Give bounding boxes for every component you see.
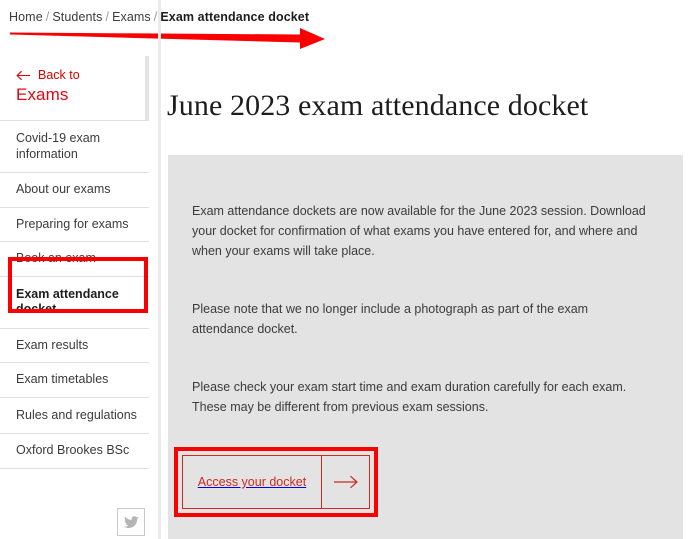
sidebar-back-label: Back to	[38, 68, 80, 83]
sidebar-item-exam-attendance-docket[interactable]: Exam attendance docket	[0, 277, 149, 329]
sidebar: Back to Exams Covid-19 exam information …	[0, 56, 149, 469]
paragraph-availability: Exam attendance dockets are now availabl…	[192, 201, 651, 261]
sidebar-item-book-an-exam[interactable]: Book an exam	[0, 242, 149, 277]
sidebar-item-preparing-for-exams[interactable]: Preparing for exams	[0, 208, 149, 243]
sidebar-item-oxford-brookes-bsc[interactable]: Oxford Brookes BSc	[0, 434, 149, 469]
breadcrumb-separator: /	[43, 10, 53, 24]
sidebar-back-line1: Back to	[16, 68, 139, 83]
sidebar-item-rules-and-regulations[interactable]: Rules and regulations	[0, 398, 149, 435]
access-your-docket-label: Access your docket	[183, 456, 321, 508]
page-root: Home/Students/Exams/Exam attendance dock…	[0, 0, 699, 539]
sidebar-item-about-our-exams[interactable]: About our exams	[0, 173, 149, 208]
twitter-link[interactable]	[117, 508, 145, 536]
cta-area: Access your docket	[182, 455, 370, 509]
content-panel-body: Exam attendance dockets are now availabl…	[168, 155, 683, 417]
sidebar-divider	[158, 0, 161, 539]
sidebar-item-covid-19-exam-information[interactable]: Covid-19 exam information	[0, 121, 149, 173]
sidebar-item-exam-timetables[interactable]: Exam timetables	[0, 363, 149, 398]
access-your-docket-button[interactable]: Access your docket	[182, 455, 370, 509]
paragraph-photograph-note: Please note that we no longer include a …	[192, 299, 651, 339]
breadcrumb-item-home[interactable]: Home	[9, 10, 43, 24]
breadcrumb-separator: /	[102, 10, 112, 24]
arrow-left-icon	[16, 70, 31, 81]
breadcrumb-item-exams[interactable]: Exams	[112, 10, 151, 24]
sidebar-back-link[interactable]: Back to Exams	[0, 56, 149, 121]
sidebar-back-target: Exams	[16, 84, 139, 106]
sidebar-item-exam-results[interactable]: Exam results	[0, 329, 149, 364]
page-title: June 2023 exam attendance docket	[165, 60, 699, 124]
breadcrumb-item-students[interactable]: Students	[52, 10, 102, 24]
paragraph-start-time-note: Please check your exam start time and ex…	[192, 377, 651, 417]
main-content: June 2023 exam attendance docket	[165, 60, 699, 124]
sidebar-nav-list: Covid-19 exam information About our exam…	[0, 121, 149, 469]
arrow-right-icon	[333, 475, 359, 489]
cta-arrow-cell	[321, 456, 369, 508]
breadcrumb-item-current: Exam attendance docket	[160, 10, 309, 24]
twitter-icon	[124, 516, 139, 529]
